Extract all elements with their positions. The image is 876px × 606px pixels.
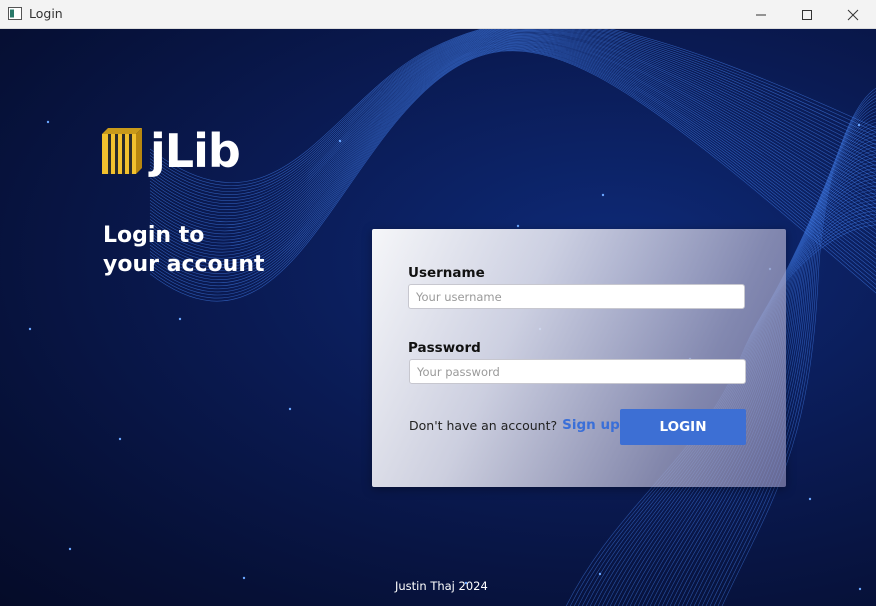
page-heading: Login to your account bbox=[103, 221, 265, 279]
window-app-icon bbox=[8, 7, 22, 20]
password-label: Password bbox=[408, 340, 481, 356]
login-form-card: Username Password Don't have an account?… bbox=[372, 229, 786, 487]
window-titlebar: Login bbox=[0, 0, 876, 29]
window-title: Login bbox=[29, 6, 63, 21]
signup-row: Don't have an account? Sign up bbox=[409, 417, 620, 433]
signup-prompt: Don't have an account? bbox=[409, 417, 558, 433]
maximize-button[interactable] bbox=[784, 0, 830, 29]
minimize-button[interactable] bbox=[738, 0, 784, 29]
books-icon bbox=[102, 128, 142, 174]
username-input[interactable] bbox=[408, 284, 745, 309]
login-window-content: jLib Login to your account Username Pass… bbox=[0, 29, 876, 606]
username-label: Username bbox=[408, 265, 485, 281]
app-logo: jLib bbox=[100, 124, 241, 178]
heading-line-2: your account bbox=[103, 252, 265, 277]
password-input[interactable] bbox=[409, 359, 746, 384]
close-icon bbox=[847, 9, 859, 20]
footer-credit: Justin Thaj 2024 bbox=[395, 579, 488, 593]
minimize-icon bbox=[756, 14, 766, 15]
maximize-icon bbox=[802, 9, 812, 20]
app-name: jLib bbox=[150, 124, 241, 178]
close-button[interactable] bbox=[830, 0, 876, 29]
heading-line-1: Login to bbox=[103, 223, 205, 248]
signup-link[interactable]: Sign up bbox=[562, 417, 620, 433]
login-button[interactable]: LOGIN bbox=[620, 409, 746, 445]
